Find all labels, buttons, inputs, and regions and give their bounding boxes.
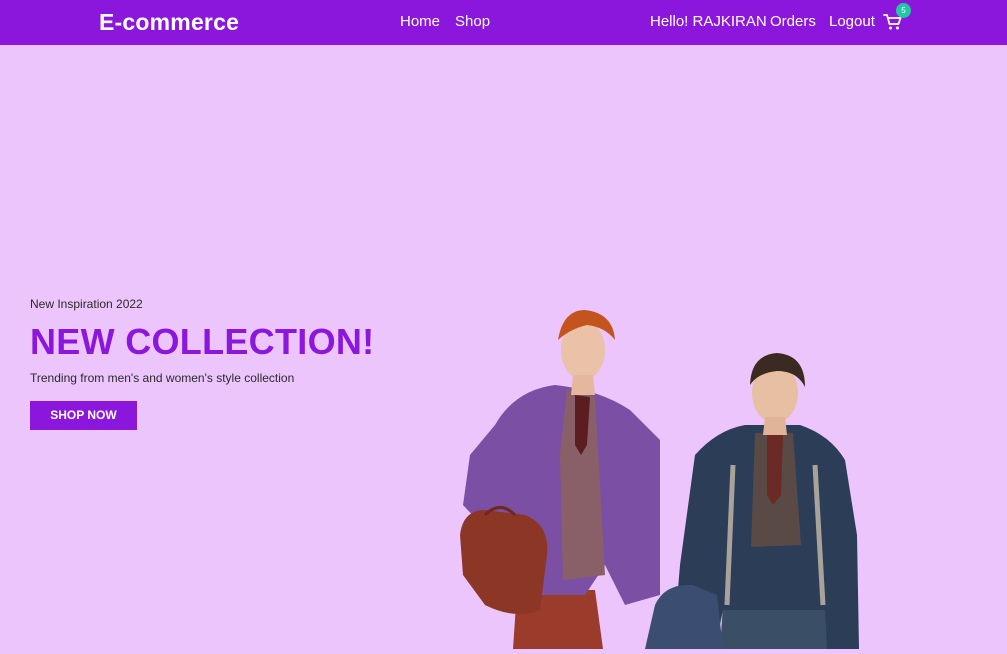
left-model-figure: [460, 310, 660, 649]
nav-link-orders[interactable]: Orders: [770, 13, 816, 30]
nav-link-home[interactable]: Home: [400, 13, 440, 30]
cart-count-badge: 5: [896, 3, 911, 18]
hero-models-image: [455, 305, 865, 649]
logout-link[interactable]: Logout: [829, 13, 875, 30]
brand-logo[interactable]: E-commerce: [99, 9, 239, 36]
hero-description: Trending from men's and women's style co…: [30, 371, 295, 385]
nav-link-shop[interactable]: Shop: [455, 13, 490, 30]
hero-subtitle: New Inspiration 2022: [30, 297, 143, 311]
top-navbar: E-commerce Home Shop Hello! RAJKIRAN Ord…: [0, 0, 1007, 45]
right-model-figure: [645, 353, 859, 649]
shop-now-button[interactable]: SHOP NOW: [30, 401, 137, 430]
user-greeting[interactable]: Hello! RAJKIRAN: [650, 13, 767, 30]
hero-title: NEW COLLECTION!: [30, 321, 375, 362]
